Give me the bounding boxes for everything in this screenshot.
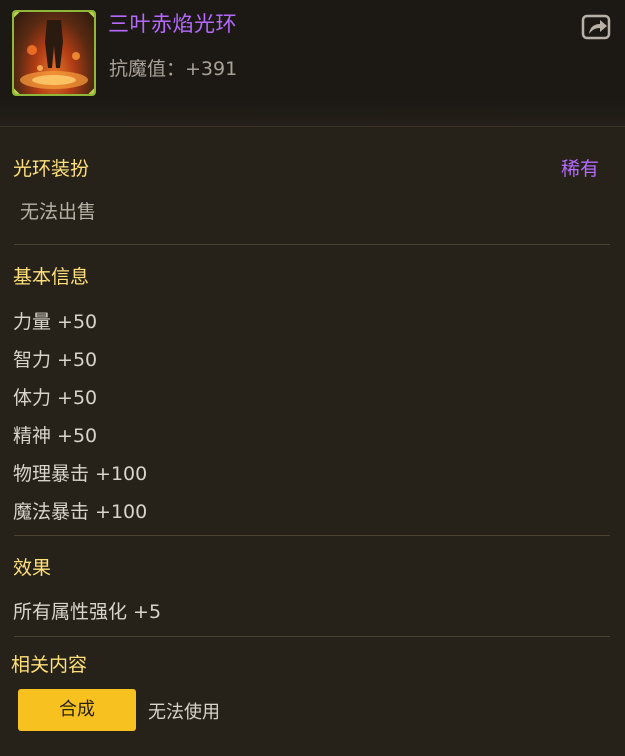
- stat-intelligence: 智力 +50: [13, 349, 98, 371]
- effect-text: 所有属性强化 +5: [13, 601, 162, 623]
- item-title: 三叶赤焰光环: [108, 12, 237, 36]
- rarity-label: 稀有: [560, 158, 599, 180]
- stat-physical-crit: 物理暴击 +100: [13, 463, 148, 485]
- stat-magic-crit: 魔法暴击 +100: [13, 501, 148, 523]
- resist-label: 抗魔值：: [109, 58, 186, 80]
- category-title: 光环装扮: [13, 158, 90, 180]
- aura-figure-icon: [20, 20, 88, 89]
- item-tooltip-panel: 三叶赤焰光环 抗魔值：+391 光环装扮 稀有 无法出售 基本信息 力量 +50…: [0, 0, 625, 756]
- share-icon: [581, 14, 611, 40]
- stat-vitality: 体力 +50: [13, 387, 98, 409]
- resist-value: +391: [185, 58, 238, 80]
- trade-status: 无法出售: [20, 201, 97, 223]
- stat-spirit: 精神 +50: [13, 425, 98, 447]
- divider: [14, 244, 610, 245]
- effect-title: 效果: [13, 557, 52, 579]
- related-title: 相关内容: [11, 654, 88, 676]
- stat-strength: 力量 +50: [13, 311, 98, 333]
- basic-info-title: 基本信息: [13, 266, 90, 288]
- share-button[interactable]: [581, 12, 611, 42]
- item-icon: [12, 10, 96, 96]
- use-status: 无法使用: [148, 702, 220, 723]
- craft-button[interactable]: 合成: [18, 689, 136, 731]
- resist-row: 抗魔值：+391: [109, 54, 237, 81]
- item-header: 三叶赤焰光环 抗魔值：+391: [0, 0, 625, 127]
- divider: [14, 535, 610, 536]
- divider: [14, 636, 610, 637]
